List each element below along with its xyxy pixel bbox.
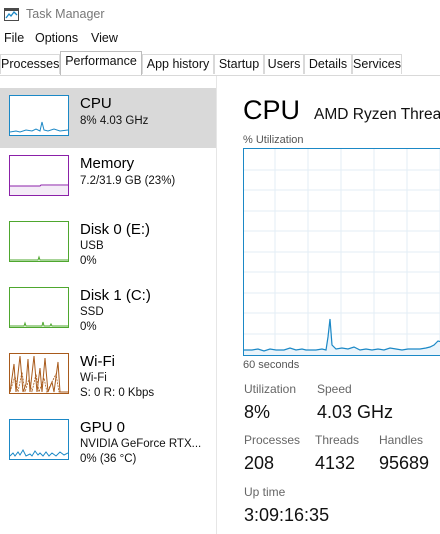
menu-options[interactable]: Options bbox=[35, 31, 78, 45]
sidebar-item-detail: 8% 4.03 GHz bbox=[80, 115, 149, 127]
processes-label: Processes bbox=[244, 433, 301, 447]
sidebar-item-disk-0[interactable]: Disk 0 (E:) USB 0% bbox=[0, 214, 216, 274]
cpu-thumbnail-graph bbox=[9, 95, 69, 136]
sidebar-item-usage: 0% bbox=[80, 321, 97, 333]
tab-performance[interactable]: Performance bbox=[60, 51, 142, 75]
panel-divider bbox=[216, 76, 217, 534]
title-bar: Task Manager bbox=[0, 0, 440, 30]
menu-view[interactable]: View bbox=[91, 31, 118, 45]
sidebar-item-title: Wi-Fi bbox=[80, 353, 115, 370]
sidebar-item-type: SSD bbox=[80, 306, 104, 318]
sidebar-item-usage: 0% (36 °C) bbox=[80, 453, 137, 465]
task-manager-icon bbox=[4, 8, 19, 21]
cpu-model-name: AMD Ryzen Threa bbox=[314, 106, 440, 123]
sidebar-item-adapter: Wi-Fi bbox=[80, 372, 107, 384]
tab-app-history[interactable]: App history bbox=[142, 54, 214, 74]
page-title: CPU bbox=[243, 95, 301, 125]
sidebar-item-title: Disk 0 (E:) bbox=[80, 221, 151, 238]
speed-value: 4.03 GHz bbox=[317, 402, 394, 422]
sidebar-item-memory[interactable]: Memory 7.2/31.9 GB (23%) bbox=[0, 148, 216, 208]
cpu-utilization-graph-svg bbox=[244, 149, 440, 355]
utilization-value: 8% bbox=[244, 402, 271, 422]
sidebar-item-gpu-0[interactable]: GPU 0 NVIDIA GeForce RTX... 0% (36 °C) bbox=[0, 412, 216, 472]
sidebar-item-title: CPU bbox=[80, 95, 112, 112]
sidebar-item-type: USB bbox=[80, 240, 104, 252]
handles-label: Handles bbox=[379, 433, 424, 447]
tab-divider bbox=[0, 75, 440, 76]
uptime-label: Up time bbox=[244, 485, 286, 499]
chart-x-label: 60 seconds bbox=[243, 359, 300, 371]
sidebar-item-throughput: S: 0 R: 0 Kbps bbox=[80, 387, 155, 399]
processes-value: 208 bbox=[244, 453, 275, 473]
tab-startup[interactable]: Startup bbox=[214, 54, 264, 74]
chart-y-label: % Utilization bbox=[243, 134, 304, 146]
sidebar-item-model: NVIDIA GeForce RTX... bbox=[80, 438, 202, 450]
handles-value: 95689 bbox=[379, 453, 430, 473]
memory-thumbnail-graph bbox=[9, 155, 69, 196]
tab-services[interactable]: Services bbox=[352, 54, 402, 74]
uptime-value: 3:09:16:35 bbox=[244, 505, 330, 525]
window-title: Task Manager bbox=[26, 7, 105, 21]
sidebar-item-wifi[interactable]: Wi-Fi Wi-Fi S: 0 R: 0 Kbps bbox=[0, 346, 216, 406]
cpu-utilization-graph bbox=[243, 148, 440, 356]
sidebar-item-disk-1[interactable]: Disk 1 (C:) SSD 0% bbox=[0, 280, 216, 340]
sidebar-item-usage: 0% bbox=[80, 255, 97, 267]
threads-value: 4132 bbox=[315, 453, 356, 473]
speed-label: Speed bbox=[317, 382, 352, 396]
gpu0-thumbnail-graph bbox=[9, 419, 69, 460]
sidebar-item-detail: 7.2/31.9 GB (23%) bbox=[80, 175, 176, 187]
tab-users[interactable]: Users bbox=[264, 54, 304, 74]
tab-strip: Processes Performance App history Startu… bbox=[0, 51, 440, 75]
utilization-label: Utilization bbox=[244, 382, 297, 396]
sidebar-item-title: GPU 0 bbox=[80, 419, 126, 436]
sidebar-item-title: Disk 1 (C:) bbox=[80, 287, 151, 304]
tab-details[interactable]: Details bbox=[304, 54, 352, 74]
disk1-thumbnail-graph bbox=[9, 287, 69, 328]
wifi-thumbnail-graph bbox=[9, 353, 69, 394]
sidebar-item-title: Memory bbox=[80, 155, 135, 172]
tab-processes[interactable]: Processes bbox=[0, 54, 60, 74]
menu-file[interactable]: File bbox=[4, 31, 24, 45]
sidebar-item-cpu[interactable]: CPU 8% 4.03 GHz bbox=[0, 88, 216, 148]
resource-sidebar: CPU 8% 4.03 GHz Memory 7.2/31.9 GB (23%)… bbox=[0, 88, 216, 534]
disk0-thumbnail-graph bbox=[9, 221, 69, 262]
threads-label: Threads bbox=[315, 433, 360, 447]
